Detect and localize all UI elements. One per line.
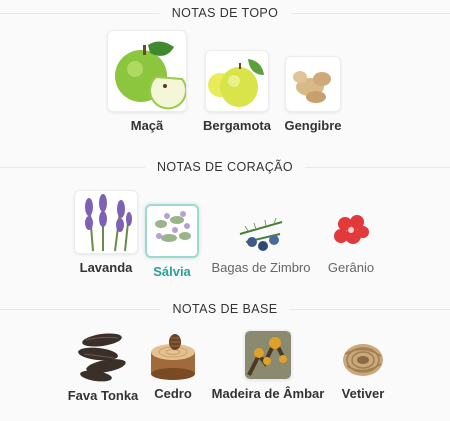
note-label: Cedro [154,386,192,401]
vetiver-icon [339,336,387,380]
note-label: Sálvia [153,264,191,279]
note-lavender[interactable]: Lavanda [72,190,140,275]
note-geranium[interactable]: Gerânio [322,208,380,275]
note-juniper[interactable]: Bagas de Zimbro [204,212,318,275]
ginger-icon [285,56,341,112]
note-apple[interactable]: Maçã [107,30,187,133]
amber-wood-icon [244,330,292,380]
bergamot-icon [205,50,269,112]
note-bergamot[interactable]: Bergamota [198,50,276,133]
note-label: Bagas de Zimbro [211,260,311,275]
cedar-icon [147,330,199,380]
section-title: NOTAS DE CORAÇÃO [144,160,306,174]
note-label: Bergamota [203,118,271,133]
note-cedar[interactable]: Cedro [144,330,202,401]
note-label: Lavanda [79,260,133,275]
note-amber-wood[interactable]: Madeira de Âmbar [206,330,330,401]
section-title: NOTAS DE TOPO [159,6,291,20]
top-notes-section: NOTAS DE TOPO Maçã Bergamota Gengibre [0,0,450,150]
juniper-berries-icon [236,212,286,254]
section-header: NOTAS DE BASE [0,296,450,322]
note-label: Fava Tonka [67,388,139,403]
note-label: Gengibre [284,118,342,133]
lavender-icon [74,190,138,254]
note-tonka[interactable]: Fava Tonka [66,330,140,403]
section-title: NOTAS DE BASE [160,302,290,316]
note-vetiver[interactable]: Vetiver [334,336,392,401]
note-label: Vetiver [341,386,385,401]
note-sage[interactable]: Sálvia [142,204,202,279]
geranium-icon [327,208,375,254]
section-header: NOTAS DE TOPO [0,0,450,26]
note-ginger[interactable]: Gengibre [282,56,344,133]
base-notes-section: NOTAS DE BASE Fava Tonka Cedro Madeira d… [0,290,450,421]
green-apple-icon [107,30,187,112]
note-label: Maçã [130,118,164,133]
heart-notes-section: NOTAS DE CORAÇÃO Lavanda Sálvia Bagas de… [0,150,450,290]
tonka-bean-icon [76,330,130,382]
sage-icon [145,204,199,258]
section-header: NOTAS DE CORAÇÃO [0,154,450,180]
note-label: Gerânio [327,260,375,275]
note-label: Madeira de Âmbar [211,386,325,401]
